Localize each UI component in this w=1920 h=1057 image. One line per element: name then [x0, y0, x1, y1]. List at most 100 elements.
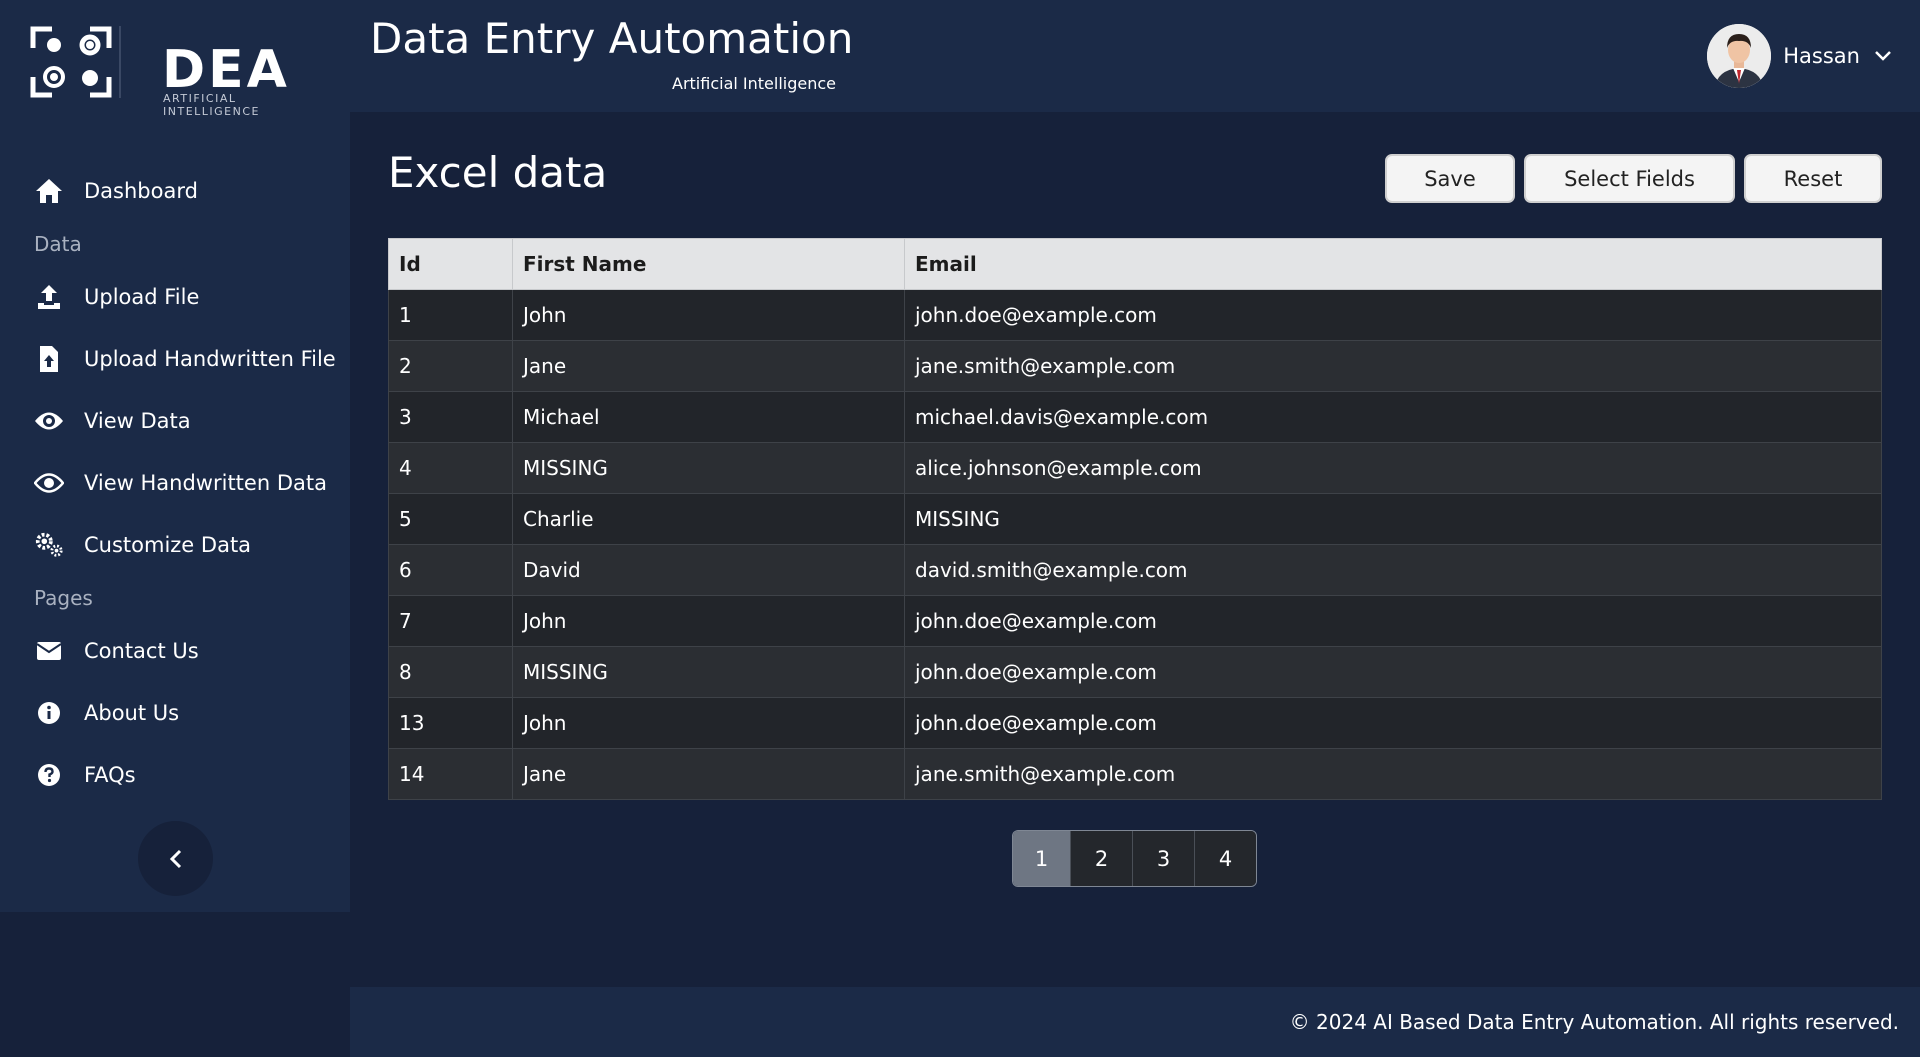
cell-email: john.doe@example.com	[904, 697, 1882, 749]
page-button-2[interactable]: 2	[1070, 831, 1132, 886]
logo-subtext: ARTIFICIAL INTELLIGENCE	[163, 92, 260, 118]
sidebar-item-about-us[interactable]: About Us	[0, 682, 350, 744]
table-row[interactable]: 8 MISSING john.doe@example.com	[388, 646, 1882, 698]
cell-id: 4	[388, 442, 513, 494]
info-icon	[34, 699, 64, 727]
sidebar-item-view-data[interactable]: View Data	[0, 390, 350, 452]
reset-button[interactable]: Reset	[1744, 154, 1882, 203]
cell-email: john.doe@example.com	[904, 646, 1882, 698]
cell-id: 3	[388, 391, 513, 443]
home-icon	[34, 177, 64, 205]
avatar	[1707, 24, 1772, 88]
table-row[interactable]: 6 David david.smith@example.com	[388, 544, 1882, 596]
user-menu[interactable]: Hassan	[1707, 24, 1892, 88]
sidebar-item-label: FAQs	[84, 763, 136, 787]
cell-first-name: Jane	[512, 748, 905, 800]
cell-id: 6	[388, 544, 513, 596]
table-row[interactable]: 14 Jane jane.smith@example.com	[388, 748, 1882, 800]
envelope-icon	[34, 637, 64, 665]
user-name: Hassan	[1783, 44, 1860, 68]
cell-email: david.smith@example.com	[904, 544, 1882, 596]
page-title: Excel data	[388, 148, 608, 197]
sidebar-section-data: Data	[34, 232, 82, 256]
eye-icon	[34, 469, 64, 497]
table-row[interactable]: 4 MISSING alice.johnson@example.com	[388, 442, 1882, 494]
sidebar-item-upload-file[interactable]: Upload File	[0, 266, 350, 328]
cell-id: 1	[388, 289, 513, 341]
cell-first-name: David	[512, 544, 905, 596]
cell-email: michael.davis@example.com	[904, 391, 1882, 443]
save-button[interactable]: Save	[1385, 154, 1515, 203]
cell-id: 8	[388, 646, 513, 698]
dea-logo: DEA ARTIFICIAL INTELLIGENCE	[30, 26, 330, 122]
sidebar-item-label: Dashboard	[84, 179, 198, 203]
sidebar-section-pages: Pages	[34, 586, 93, 610]
logo-mark-icon	[30, 26, 121, 98]
table-row[interactable]: 7 John john.doe@example.com	[388, 595, 1882, 647]
app-title: Data Entry Automation	[370, 14, 854, 63]
sidebar-item-label: About Us	[84, 701, 180, 725]
cell-first-name: MISSING	[512, 646, 905, 698]
file-upload-icon	[34, 345, 64, 373]
page-button-4[interactable]: 4	[1194, 831, 1256, 886]
cell-first-name: John	[512, 289, 905, 341]
excel-data-table: Id First Name Email 1 John john.doe@exampl…	[388, 238, 1882, 800]
sidebar-item-view-handwritten-data[interactable]: View Handwritten Data	[0, 452, 350, 514]
cell-email: alice.johnson@example.com	[904, 442, 1882, 494]
page-button-1[interactable]: 1	[1013, 831, 1070, 886]
table-actions: Save Select Fields Reset	[1385, 154, 1882, 203]
cell-first-name: Jane	[512, 340, 905, 392]
table-row[interactable]: 1 John john.doe@example.com	[388, 289, 1882, 341]
sidebar-nav: Dashboard Data Upload File Upload Handwr…	[0, 160, 350, 806]
chevron-down-icon	[1874, 50, 1892, 62]
footer: © 2024 AI Based Data Entry Automation. A…	[350, 987, 1920, 1057]
cell-email: john.doe@example.com	[904, 289, 1882, 341]
question-icon	[34, 761, 64, 789]
cell-first-name: Michael	[512, 391, 905, 443]
app-subtitle: Artificial Intelligence	[672, 74, 836, 93]
column-header-first-name[interactable]: First Name	[512, 238, 905, 290]
sidebar-item-contact-us[interactable]: Contact Us	[0, 620, 350, 682]
cell-first-name: John	[512, 697, 905, 749]
pagination: 1 2 3 4	[1012, 830, 1257, 887]
cell-first-name: MISSING	[512, 442, 905, 494]
table-row[interactable]: 13 John john.doe@example.com	[388, 697, 1882, 749]
sidebar-item-label: View Handwritten Data	[84, 471, 327, 495]
chevron-left-icon	[169, 849, 181, 868]
cell-first-name: Charlie	[512, 493, 905, 545]
sidebar-item-label: View Data	[84, 409, 191, 433]
cell-id: 7	[388, 595, 513, 647]
footer-copyright: © 2024 AI Based Data Entry Automation. A…	[1289, 1010, 1899, 1034]
cell-id: 14	[388, 748, 513, 800]
table-row[interactable]: 2 Jane jane.smith@example.com	[388, 340, 1882, 392]
cell-id: 5	[388, 493, 513, 545]
logo-text: DEA	[162, 40, 290, 100]
column-header-email[interactable]: Email	[904, 238, 1882, 290]
cell-id: 13	[388, 697, 513, 749]
cell-email: jane.smith@example.com	[904, 340, 1882, 392]
cell-email: jane.smith@example.com	[904, 748, 1882, 800]
column-header-id[interactable]: Id	[388, 238, 513, 290]
sidebar-item-label: Upload File	[84, 285, 200, 309]
cell-first-name: John	[512, 595, 905, 647]
sidebar-item-faqs[interactable]: FAQs	[0, 744, 350, 806]
sidebar-collapse-button[interactable]	[138, 821, 213, 896]
sidebar-item-dashboard[interactable]: Dashboard	[0, 160, 350, 222]
gears-icon	[34, 531, 64, 559]
table-row[interactable]: 5 Charlie MISSING	[388, 493, 1882, 545]
eye-icon	[34, 407, 64, 435]
cell-email: john.doe@example.com	[904, 595, 1882, 647]
top-header: Data Entry Automation Artificial Intelli…	[350, 0, 1920, 112]
sidebar-item-customize-data[interactable]: Customize Data	[0, 514, 350, 576]
table-header-row: Id First Name Email	[388, 238, 1882, 290]
select-fields-button[interactable]: Select Fields	[1524, 154, 1735, 203]
cell-id: 2	[388, 340, 513, 392]
sidebar-item-label: Customize Data	[84, 533, 252, 557]
sidebar-item-label: Upload Handwritten File	[84, 347, 336, 371]
upload-icon	[34, 283, 64, 311]
sidebar-item-label: Contact Us	[84, 639, 199, 663]
sidebar: DEA ARTIFICIAL INTELLIGENCE Dashboard Da…	[0, 0, 350, 912]
table-row[interactable]: 3 Michael michael.davis@example.com	[388, 391, 1882, 443]
page-button-3[interactable]: 3	[1132, 831, 1194, 886]
sidebar-item-upload-handwritten-file[interactable]: Upload Handwritten File	[0, 328, 350, 390]
